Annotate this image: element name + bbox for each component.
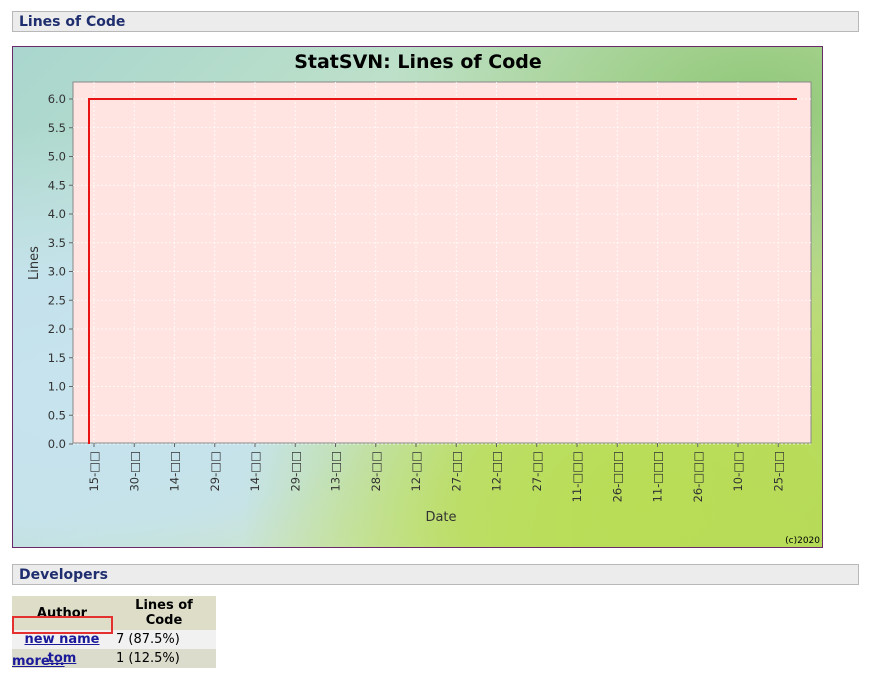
x-axis-label: Date: [425, 510, 456, 525]
x-tick-label: 13-□□: [329, 451, 343, 492]
loc-column-header: Lines of Code: [112, 596, 216, 630]
y-tick-label: 2.5: [48, 293, 66, 307]
x-tick-label: 11-□□□: [570, 451, 584, 502]
x-tick-label: 10-□□: [731, 451, 745, 492]
chart-title: StatSVN: Lines of Code: [294, 51, 542, 73]
x-tick-label: 30-□□: [127, 451, 141, 492]
y-tick-label: 0.5: [48, 408, 66, 422]
y-axis-label: Lines: [27, 246, 42, 280]
y-tick-label: 4.5: [48, 178, 66, 192]
x-tick-label: 12-□□: [409, 451, 423, 492]
x-tick-label: 14-□□: [248, 451, 262, 492]
x-tick-label: 12-□□: [490, 451, 504, 492]
copyright-label: (c)2020: [785, 536, 820, 546]
x-tick-label: 29-□□: [288, 451, 302, 492]
author-link-new-name[interactable]: new name: [25, 632, 100, 647]
x-tick-label: 11-□□□: [651, 451, 665, 502]
x-tick-label: 15-□□: [87, 451, 101, 492]
x-tick-label: 26-□□□: [610, 451, 624, 502]
y-tick-label: 1.0: [48, 380, 66, 394]
developers-title: Developers: [19, 567, 108, 583]
chart-svg: StatSVN: Lines of Code 0.0 0.5 1.0 1.5 2.0 2.5…: [27, 51, 820, 546]
lines-of-code-header: Lines of Code: [12, 11, 859, 32]
y-tick-label: 5.0: [48, 150, 66, 164]
selection-highlight: [12, 616, 113, 634]
y-tick-label: 3.0: [48, 265, 66, 279]
y-tick-label: 4.0: [48, 207, 66, 221]
plot-area: [72, 81, 812, 444]
y-tick-label: 1.5: [48, 351, 66, 365]
more-developers-link[interactable]: more...: [12, 654, 65, 669]
lines-of-code-title: Lines of Code: [19, 14, 126, 30]
y-tick-label: 2.0: [48, 322, 66, 336]
x-tick-label: 28-□□: [369, 451, 383, 492]
x-tick-label: 14-□□: [168, 451, 182, 492]
x-tick-label: 26-□□□: [691, 451, 705, 502]
lines-of-code-chart: StatSVN: Lines of Code 0.0 0.5 1.0 1.5 2.0 2.5…: [12, 46, 823, 548]
y-tick-label: 3.5: [48, 236, 66, 250]
x-tick-label: 29-□□: [208, 451, 222, 492]
y-tick-label: 5.5: [48, 121, 66, 135]
x-tick-label: 27-□□: [449, 451, 463, 492]
y-tick-label: 6.0: [48, 92, 66, 106]
x-tick-label: 25-□□: [771, 451, 785, 492]
loc-cell: 1 (12.5%): [112, 649, 216, 668]
x-tick-label: 27-□□: [530, 451, 544, 492]
loc-cell: 7 (87.5%): [112, 630, 216, 649]
developers-header: Developers: [12, 564, 859, 585]
y-tick-label: 0.0: [48, 437, 66, 451]
